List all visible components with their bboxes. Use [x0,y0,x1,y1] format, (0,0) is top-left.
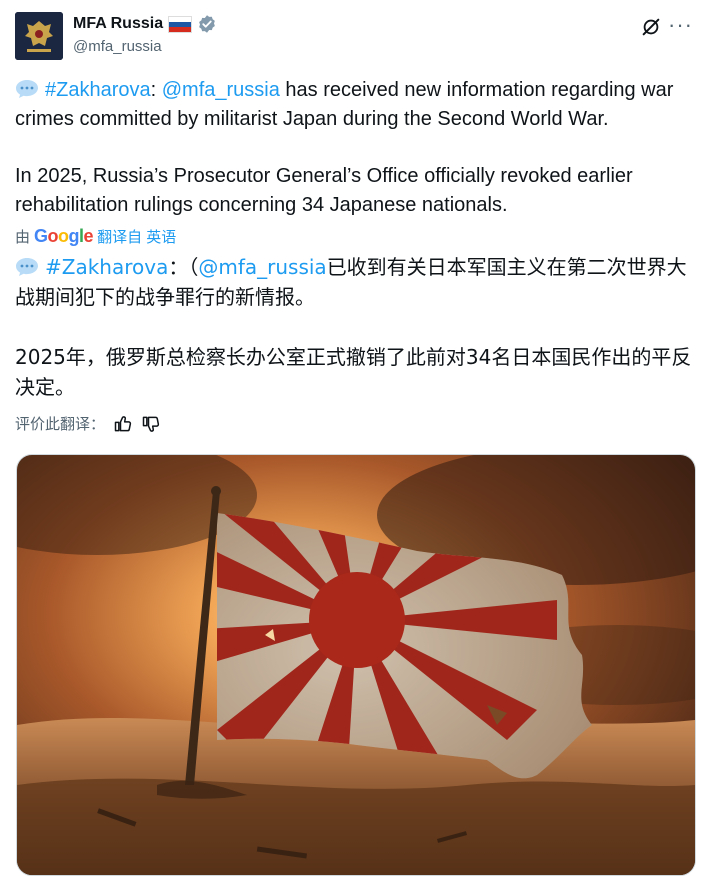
translated-paragraph-2: 2025年，俄罗斯总检察长办公室正式撤销了此前对34名日本国民作出的平反决定。 [15,345,692,399]
colon: : [150,79,157,101]
translated-text: #Zakharova：（@mfa_russia已收到有关日本军国主义在第二次世界… [15,252,700,402]
translation-attribution: 由 Google 翻译自 英语 [15,226,176,247]
tattered-flag-image [17,455,695,875]
post-header: MFA Russia @mfa_russia ··· [15,10,695,62]
more-icon[interactable]: ··· [668,12,693,38]
translated-hashtag-link[interactable]: #Zakharova [45,255,168,279]
thumbs-up-icon[interactable] [113,414,133,434]
translated-by-label: 由 [15,229,31,246]
translated-mention-link[interactable]: @mfa_russia [198,255,326,279]
rate-translation: 评价此翻译： [15,413,161,434]
translated-from-link[interactable]: 翻译自 英语 [97,226,176,247]
post-text: #Zakharova: @mfa_russia has received new… [15,76,695,220]
translated-paragraph-1: #Zakharova：（@mfa_russia已收到有关日本军国主义在第二次世界… [15,252,700,312]
post-paragraph-1: #Zakharova: @mfa_russia has received new… [15,76,695,134]
hashtag-link[interactable]: #Zakharova [45,79,151,101]
speech-balloon-icon [16,80,38,98]
grok-icon[interactable] [640,16,662,38]
verified-badge-icon[interactable] [197,14,217,34]
coat-of-arms-icon [15,12,63,60]
mention-link[interactable]: @mfa_russia [162,79,280,101]
translated-sep: ：（ [168,255,199,279]
russia-flag-icon [168,15,193,33]
account-name[interactable]: MFA Russia [73,15,163,33]
speech-balloon-icon [16,258,38,276]
google-logo: Google [34,226,94,246]
avatar[interactable] [15,12,63,60]
post-paragraph-2: In 2025, Russia’s Prosecutor General’s O… [15,165,633,216]
account-handle[interactable]: @mfa_russia [73,38,162,55]
rate-translation-label: 评价此翻译： [15,416,106,433]
thumbs-down-icon[interactable] [141,414,161,434]
post-media-image[interactable] [16,454,696,876]
